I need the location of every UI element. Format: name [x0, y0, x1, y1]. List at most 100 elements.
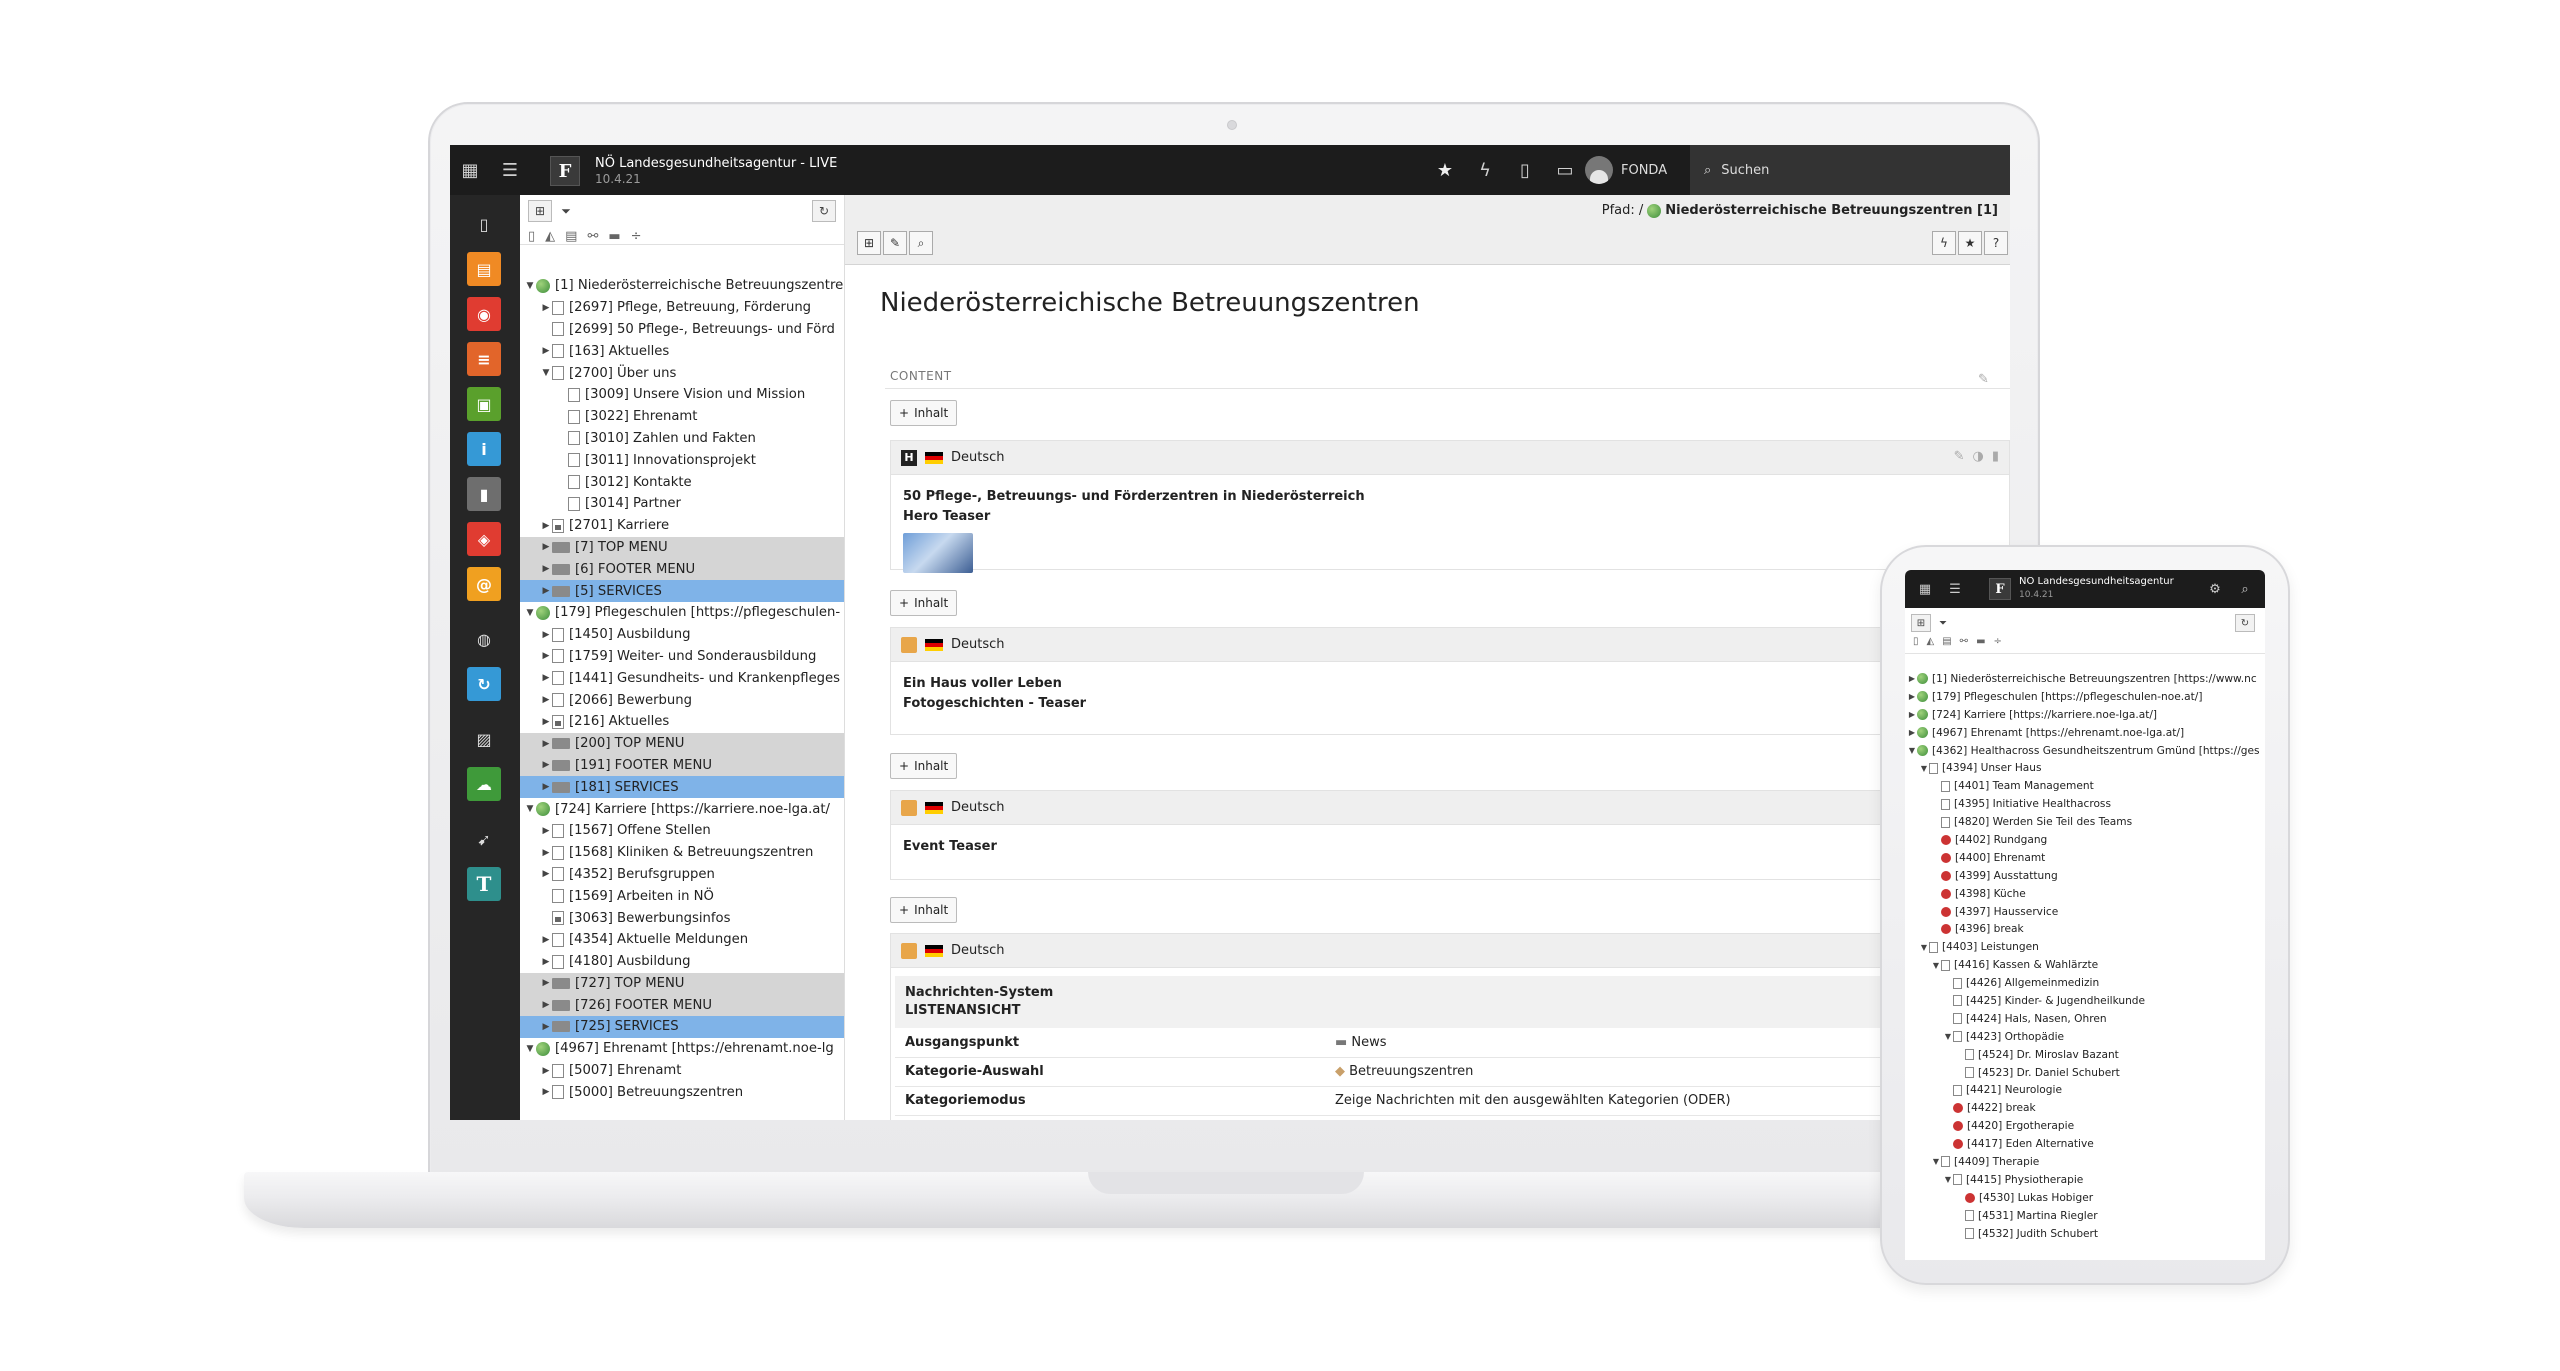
collapsed-arrow-icon[interactable]: ▶	[540, 869, 552, 879]
tree-node[interactable]: [4424] Hals, Nasen, Ohren	[1905, 1010, 2265, 1028]
collapsed-arrow-icon[interactable]: ▶	[540, 848, 552, 858]
tree-node[interactable]: [4421] Neurologie	[1905, 1081, 2265, 1099]
link-icon[interactable]: ⚯	[1960, 636, 1968, 647]
expanded-arrow-icon[interactable]: ▼	[1919, 943, 1929, 952]
new-page-icon[interactable]: ⊞	[528, 200, 552, 222]
tree-node[interactable]: ▶ [7] TOP MENU	[520, 536, 844, 559]
tree-node[interactable]: ▶ [4180] Ausbildung	[520, 951, 844, 973]
tree-node[interactable]: [4425] Kinder- & Jugendheilkunde	[1905, 992, 2265, 1010]
new-page-icon[interactable]: ⊞	[1911, 614, 1931, 632]
collapsed-arrow-icon[interactable]: ▶	[540, 1000, 552, 1010]
recycler-module-icon[interactable]: ▮	[467, 477, 501, 511]
folder-icon[interactable]: ▬	[608, 229, 620, 244]
tree-node[interactable]: [1569] Arbeiten in NÖ	[520, 885, 844, 907]
tree-node[interactable]: [3012] Kontakte	[520, 471, 844, 493]
tree-node[interactable]: ▼ [4967] Ehrenamt [https://ehrenamt.noe-l…	[520, 1038, 844, 1060]
help-icon[interactable]: ?	[1984, 231, 2008, 255]
content-element[interactable]: Deutsch Nachrichten-System LISTENANSICHT…	[890, 933, 2010, 1120]
tree-node[interactable]: ▶ [216] Aktuelles	[520, 711, 844, 733]
tree-node[interactable]: ▼ [4409] Therapie	[1905, 1153, 2265, 1171]
page-module-icon[interactable]: ▯	[467, 207, 501, 241]
expanded-arrow-icon[interactable]: ▼	[1943, 1175, 1953, 1184]
expanded-arrow-icon[interactable]: ▼	[1919, 764, 1929, 773]
tree-node[interactable]: ▼ [4423] Orthopädie	[1905, 1028, 2265, 1046]
tree-node[interactable]: ▶ [4354] Aktuelle Meldungen	[520, 929, 844, 951]
tree-node[interactable]: [4531] Martina Riegler	[1905, 1207, 2265, 1225]
collapsed-arrow-icon[interactable]: ▶	[540, 303, 552, 313]
tree-node[interactable]: [4417] Eden Alternative	[1905, 1135, 2265, 1153]
tree-node[interactable]: ▶ [2066] Bewerbung	[520, 689, 844, 711]
tree-node[interactable]: [4523] Dr. Daniel Schubert	[1905, 1064, 2265, 1082]
list-module-icon[interactable]: ≡	[467, 342, 501, 376]
tree-node[interactable]: ▶ [2697] Pflege, Betreuung, Förderung	[520, 297, 844, 319]
tree-node[interactable]: ▶ [4967] Ehrenamt [https://ehrenamt.noe-l…	[1905, 724, 2265, 742]
gear-icon[interactable]: ⚙	[2201, 570, 2229, 608]
tree-node[interactable]: [4398] Küche	[1905, 885, 2265, 903]
forms-module-icon[interactable]: ▣	[467, 387, 501, 421]
new-content-icon[interactable]: ⊞	[857, 231, 881, 255]
tree-node[interactable]: ▶ [1441] Gesundheits- und Krankenpfleges	[520, 667, 844, 689]
separator-icon[interactable]: ÷	[631, 229, 642, 244]
backend-section-icon[interactable]: ◭	[545, 229, 555, 244]
subpage-icon[interactable]: ▤	[1942, 636, 1951, 647]
tree-node[interactable]: ▼ [4416] Kassen & Wahlärzte	[1905, 956, 2265, 974]
news-module-icon[interactable]: @	[467, 567, 501, 601]
collapsed-arrow-icon[interactable]: ▶	[540, 695, 552, 705]
tree-node[interactable]: ▶ [726] FOOTER MENU	[520, 994, 844, 1017]
cloud-module-icon[interactable]: ☁	[467, 767, 501, 801]
tree-node[interactable]: ▶ [179] Pflegeschulen [https://pflegeschu…	[1905, 688, 2265, 706]
collapsed-arrow-icon[interactable]: ▶	[540, 760, 552, 770]
filter-icon[interactable]: ⏷	[554, 200, 578, 222]
tree-node[interactable]: ▶ [191] FOOTER MENU	[520, 754, 844, 777]
tree-node[interactable]: ▼ [4394] Unser Haus	[1905, 759, 2265, 777]
page-layout-module-icon[interactable]: ▤	[467, 252, 501, 286]
add-content-button[interactable]: + Inhalt	[890, 753, 958, 779]
collapsed-arrow-icon[interactable]: ▶	[540, 521, 552, 531]
apps-grid-icon[interactable]: ▦	[1911, 570, 1939, 608]
tree-node[interactable]: ▼ [4403] Leistungen	[1905, 938, 2265, 956]
link-icon[interactable]: ⚯	[587, 229, 598, 244]
tree-node[interactable]: ▶ [1450] Ausbildung	[520, 624, 844, 646]
view-module-icon[interactable]: ◉	[467, 297, 501, 331]
template-module-icon[interactable]: T	[467, 867, 501, 901]
tree-node[interactable]: ▶ [6] FOOTER MENU	[520, 558, 844, 581]
tree-node[interactable]: [3014] Partner	[520, 493, 844, 515]
tree-node[interactable]: [4532] Judith Schubert	[1905, 1225, 2265, 1243]
separator-icon[interactable]: ÷	[1994, 636, 2002, 647]
tree-node[interactable]: ▶ [5007] Ehrenamt	[520, 1060, 844, 1082]
expanded-arrow-icon[interactable]: ▼	[1907, 746, 1917, 755]
expanded-arrow-icon[interactable]: ▼	[524, 608, 536, 618]
tree-node[interactable]: ▶ [727] TOP MENU	[520, 972, 844, 995]
tree-node[interactable]: [3011] Innovationsprojekt	[520, 449, 844, 471]
collapsed-arrow-icon[interactable]: ▶	[540, 935, 552, 945]
collapsed-arrow-icon[interactable]: ▶	[540, 1066, 552, 1076]
tree-node[interactable]: ▶ [725] SERVICES	[520, 1016, 844, 1038]
tree-node[interactable]: ▶ [1759] Weiter- und Sonderausbildung	[520, 646, 844, 668]
tree-node[interactable]: [4820] Werden Sie Teil des Teams	[1905, 813, 2265, 831]
backend-section-icon[interactable]: ◭	[1927, 636, 1935, 647]
collapsed-arrow-icon[interactable]: ▶	[540, 717, 552, 727]
list-icon[interactable]: ☰	[490, 145, 530, 195]
tree-node[interactable]: ▼ [2700] Über uns	[520, 362, 844, 384]
content-element[interactable]: Deutsch Event Teaser	[890, 790, 2010, 880]
bookmark-star-icon[interactable]: ★	[1425, 145, 1465, 195]
tree-node[interactable]: [4399] Ausstattung	[1905, 867, 2265, 885]
bookmark-icon[interactable]: ★	[1958, 231, 1982, 255]
image-module-icon[interactable]: ▨	[467, 722, 501, 756]
expanded-arrow-icon[interactable]: ▼	[1931, 961, 1941, 970]
tree-node[interactable]: ▶ [1568] Kliniken & Betreuungszentren	[520, 842, 844, 864]
redirects-module-icon[interactable]: ◈	[467, 522, 501, 556]
collapsed-arrow-icon[interactable]: ▶	[540, 957, 552, 967]
collapsed-arrow-icon[interactable]: ▶	[540, 630, 552, 640]
tree-node[interactable]: ▼ [4415] Physiotherapie	[1905, 1171, 2265, 1189]
list-icon[interactable]: ☰	[1941, 570, 1969, 608]
tree-node[interactable]: ▶ [724] Karriere [https://karriere.noe-lg…	[1905, 706, 2265, 724]
tree-node[interactable]: ▶ [200] TOP MENU	[520, 732, 844, 755]
apps-grid-icon[interactable]: ▦	[450, 145, 490, 195]
add-content-button[interactable]: + Inhalt	[890, 400, 958, 426]
delete-icon[interactable]: ▮	[1992, 449, 1999, 464]
expanded-arrow-icon[interactable]: ▼	[1931, 1157, 1941, 1166]
flash-icon[interactable]: ϟ	[1932, 231, 1956, 255]
document-icon[interactable]: ▯	[1505, 145, 1545, 195]
collapsed-arrow-icon[interactable]: ▶	[540, 346, 552, 356]
